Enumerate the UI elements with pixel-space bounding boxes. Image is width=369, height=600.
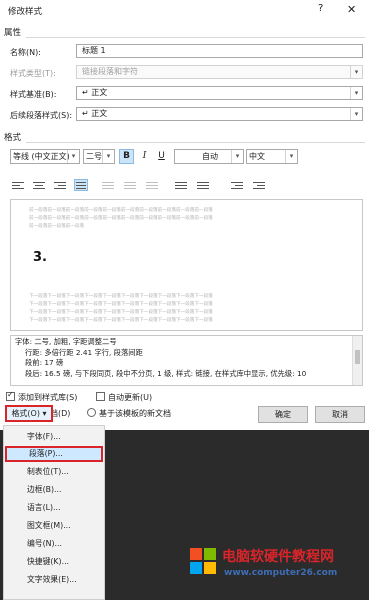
justify-icon[interactable] <box>74 179 88 191</box>
next-style-select[interactable]: ↵ 正文 ▾ <box>76 107 363 121</box>
style-type-value: 链接段落和字符 <box>82 67 138 76</box>
preview-next-line: 下一段落下一段落下一段落下一段落下一段落下一段落下一段落下一段落下一段落下一段落 <box>29 294 213 299</box>
menu-item-frame[interactable]: 图文框(M)... <box>5 518 103 534</box>
style-name-input[interactable]: 标题 1 <box>76 44 363 58</box>
increase-indent-icon[interactable] <box>253 180 267 192</box>
format-dropdown-menu: 字体(F)... 段落(P)... 制表位(T)... 边框(B)... 语言(… <box>3 425 105 600</box>
chevron-down-icon: ▾ <box>350 108 362 120</box>
watermark-url: www.computer26.com <box>224 568 338 578</box>
name-label: 名称(N): <box>10 48 41 57</box>
add-to-gallery-label: 添加到样式库(S) <box>18 393 78 402</box>
format-divider <box>26 142 365 143</box>
windows-logo-icon <box>190 548 216 574</box>
properties-section-title: 属性 <box>4 28 22 38</box>
language-value: 中文 <box>249 152 265 161</box>
align-left-disabled-icon <box>124 180 138 192</box>
align-left-icon[interactable] <box>12 180 26 192</box>
font-color-select[interactable]: 自动 ▾ <box>174 149 244 164</box>
description-line: 字体: 二号, 加粗, 字距调整二号 <box>15 337 117 346</box>
add-to-gallery-checkbox[interactable] <box>6 390 15 401</box>
description-scrollbar[interactable] <box>352 336 362 385</box>
menu-item-numbering[interactable]: 编号(N)... <box>5 536 103 552</box>
menu-item-border[interactable]: 边框(B)... <box>5 482 103 498</box>
close-icon[interactable]: ✕ <box>347 3 356 16</box>
decrease-indent-icon[interactable] <box>231 180 245 192</box>
next-style-label: 后续段落样式(S): <box>10 111 73 120</box>
line-spacing-icon[interactable] <box>175 180 189 192</box>
description-line: 段前: 17 磅 <box>25 358 64 367</box>
next-style-value: ↵ 正文 <box>82 109 108 118</box>
style-type-label: 样式类型(T): <box>10 69 56 78</box>
font-value: 等线 (中文正文) <box>13 152 70 161</box>
style-based-value: ↵ 正文 <box>82 88 108 97</box>
font-size-select[interactable]: 二号 ▾ <box>83 149 115 164</box>
chevron-down-icon: ▾ <box>231 150 243 163</box>
chevron-down-icon: ▾ <box>67 150 79 163</box>
menu-item-language[interactable]: 语言(L)... <box>5 500 103 516</box>
preview-sample-text: 3. <box>33 250 47 265</box>
style-description: 字体: 二号, 加粗, 字距调整二号 行距: 多倍行距 2.41 字行, 段落间… <box>10 335 363 386</box>
description-line: 段后: 16.5 磅, 与下段同页, 段中不分页, 1 级, 样式: 链接, 在… <box>25 368 307 378</box>
dialog-titlebar: 修改样式 ? ✕ <box>0 0 369 20</box>
menu-item-shortcut[interactable]: 快捷键(K)... <box>5 554 103 570</box>
preview-next-line: 下一段落下一段落下一段落下一段落下一段落下一段落下一段落下一段落下一段落下一段落 <box>29 302 213 307</box>
language-select[interactable]: 中文 ▾ <box>246 149 298 164</box>
ok-button[interactable]: 确定 <box>258 406 308 423</box>
watermark-title: 电脑软硬件教程网 <box>222 549 334 565</box>
format-section-title: 格式 <box>4 133 22 143</box>
cancel-button[interactable]: 取消 <box>315 406 365 423</box>
align-right-icon[interactable] <box>54 180 68 192</box>
style-name-value: 标题 1 <box>82 46 106 55</box>
preview-next-line: 下一段落下一段落下一段落下一段落下一段落下一段落下一段落下一段落下一段落下一段落 <box>29 310 213 315</box>
style-type-select: 链接段落和字符 ▾ <box>76 65 363 79</box>
chevron-down-icon: ▾ <box>350 87 362 99</box>
new-template-doc-radio[interactable] <box>87 408 96 417</box>
italic-button[interactable]: I <box>137 149 152 164</box>
preview-next-line: 下一段落下一段落下一段落下一段落下一段落下一段落下一段落下一段落下一段落下一段落 <box>29 318 213 323</box>
style-preview: 前一段落前一段落前一段落前一段落前一段落前一段落前一段落前一段落前一段落前一段落… <box>10 199 363 331</box>
help-icon[interactable]: ? <box>318 3 323 14</box>
align-center-icon[interactable] <box>33 180 47 192</box>
dialog-title: 修改样式 <box>8 7 43 17</box>
style-based-label: 样式基准(B): <box>10 90 57 99</box>
new-template-doc-label: 基于该模板的新文档 <box>99 409 171 418</box>
preview-prev-line: 前一段落前一段落前一段落 <box>29 224 85 229</box>
preview-prev-line: 前一段落前一段落前一段落前一段落前一段落前一段落前一段落前一段落前一段落前一段落 <box>29 216 213 221</box>
menu-item-paragraph[interactable]: 段落(P)... <box>5 446 103 462</box>
chevron-down-icon: ▾ <box>350 66 362 78</box>
auto-update-label: 自动更新(U) <box>108 393 153 402</box>
properties-divider <box>26 37 365 38</box>
style-based-select[interactable]: ↵ 正文 ▾ <box>76 86 363 100</box>
font-select[interactable]: 等线 (中文正文) ▾ <box>10 149 80 164</box>
align-center-disabled-icon <box>146 180 160 192</box>
underline-button[interactable]: U <box>154 149 169 164</box>
distributed-icon <box>102 180 116 192</box>
format-button[interactable]: 格式(O) ▾ <box>5 405 53 422</box>
font-size-value: 二号 <box>86 152 102 161</box>
description-line: 行距: 多倍行距 2.41 字行, 段落间距 <box>25 347 143 357</box>
paragraph-spacing-icon[interactable] <box>197 180 211 192</box>
menu-item-tabs[interactable]: 制表位(T)... <box>5 464 103 480</box>
auto-update-checkbox[interactable] <box>96 392 105 401</box>
bold-button[interactable]: B <box>119 149 134 164</box>
menu-item-font[interactable]: 字体(F)... <box>5 429 103 445</box>
font-color-value: 自动 <box>202 152 218 161</box>
preview-prev-line: 前一段落前一段落前一段落前一段落前一段落前一段落前一段落前一段落前一段落前一段落 <box>29 208 213 213</box>
menu-item-text-effects[interactable]: 文字效果(E)... <box>5 572 103 588</box>
chevron-down-icon: ▾ <box>102 150 114 163</box>
chevron-down-icon: ▾ <box>285 150 297 163</box>
